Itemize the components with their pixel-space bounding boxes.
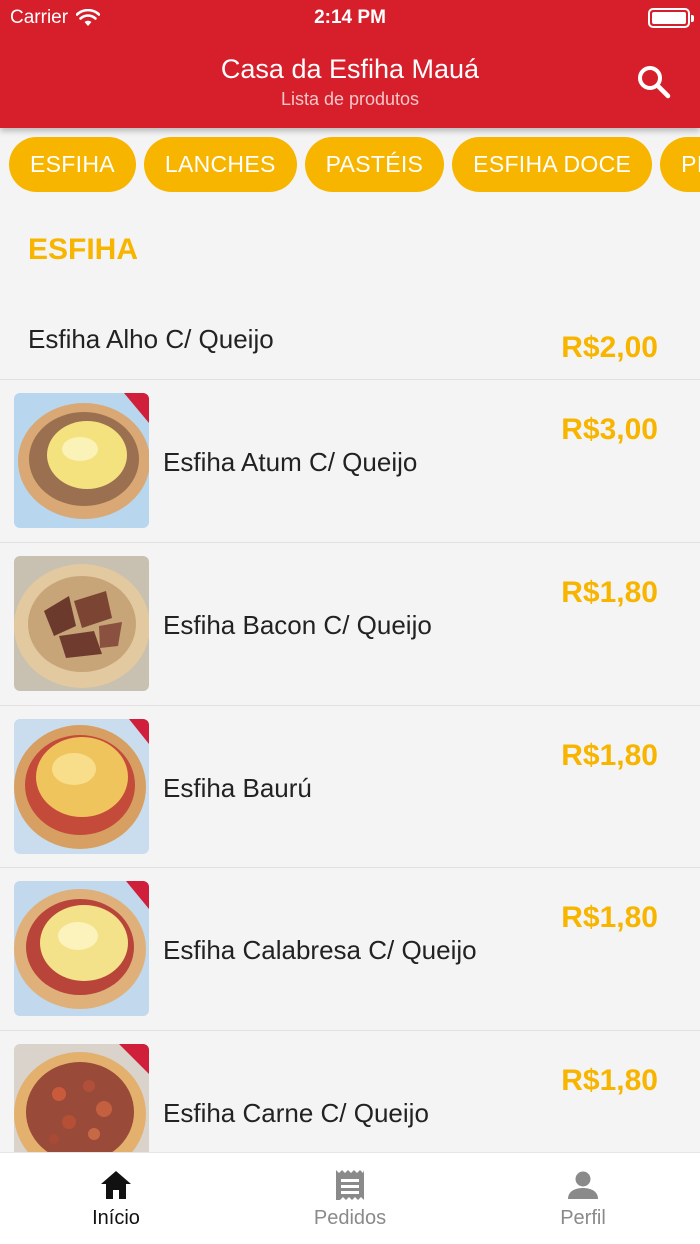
chip-pasteis[interactable]: PASTÉIS	[304, 137, 445, 192]
tab-pedidos-label: Pedidos	[313, 1207, 387, 1229]
tab-pedidos[interactable]: Pedidos	[280, 1167, 420, 1230]
product-item[interactable]: Esfiha Bacon C/ Queijo R$1,80	[0, 543, 700, 706]
clock: 2:14 PM	[314, 7, 386, 28]
tab-inicio-label: Início	[92, 1207, 140, 1229]
product-name: Esfiha Bacon C/ Queijo	[163, 610, 432, 640]
tab-perfil-label: Perfil	[560, 1207, 606, 1229]
product-image	[14, 393, 149, 528]
product-item[interactable]: Esfiha Atum C/ Queijo R$3,00	[0, 380, 700, 543]
product-price: R$1,80	[561, 1064, 658, 1097]
product-name: Esfiha Alho C/ Queijo	[28, 324, 274, 354]
status-bar: Carrier 2:14 PM	[0, 0, 700, 36]
chip-pizza[interactable]: PIZZA	[660, 137, 700, 192]
search-icon[interactable]	[634, 62, 674, 102]
receipt-icon	[336, 1170, 364, 1200]
product-price: R$3,00	[561, 413, 658, 446]
page-title: Casa da Esfiha Mauá	[220, 54, 480, 84]
product-image	[14, 719, 149, 854]
chip-esfiha[interactable]: ESFIHA	[9, 137, 136, 192]
product-item[interactable]: Esfiha Baurú R$1,80	[0, 706, 700, 868]
person-icon	[568, 1171, 598, 1199]
product-name: Esfiha Calabresa C/ Queijo	[163, 935, 477, 965]
chip-esfiha-doce[interactable]: ESFIHA DOCE	[452, 137, 653, 192]
product-name: Esfiha Atum C/ Queijo	[163, 447, 418, 477]
section-title: ESFIHA	[28, 233, 139, 266]
home-icon	[101, 1171, 131, 1199]
product-item[interactable]: Esfiha Calabresa C/ Queijo R$1,80	[0, 868, 700, 1031]
product-image	[14, 556, 149, 691]
product-item[interactable]: Esfiha Alho C/ Queijo R$2,00	[0, 298, 700, 380]
battery-icon	[648, 8, 694, 28]
product-price: R$1,80	[561, 901, 658, 934]
page-subtitle: Lista de produtos	[280, 89, 420, 109]
product-price: R$2,00	[561, 331, 658, 364]
tab-perfil[interactable]: Perfil	[513, 1167, 653, 1230]
bottom-tab-bar: Início Pedidos Perfil	[0, 1152, 700, 1244]
product-price: R$1,80	[561, 739, 658, 772]
product-name: Esfiha Carne C/ Queijo	[163, 1098, 429, 1128]
product-name: Esfiha Baurú	[163, 773, 312, 803]
tab-inicio[interactable]: Início	[46, 1167, 186, 1230]
chip-lanches[interactable]: LANCHES	[143, 137, 297, 192]
product-price: R$1,80	[561, 576, 658, 609]
app-header: Carrier 2:14 PM Casa da Esfiha Mauá List…	[0, 0, 700, 128]
product-image	[14, 881, 149, 1016]
category-chips: ESFIHA LANCHES PASTÉIS ESFIHA DOCE PIZZA	[0, 137, 700, 193]
